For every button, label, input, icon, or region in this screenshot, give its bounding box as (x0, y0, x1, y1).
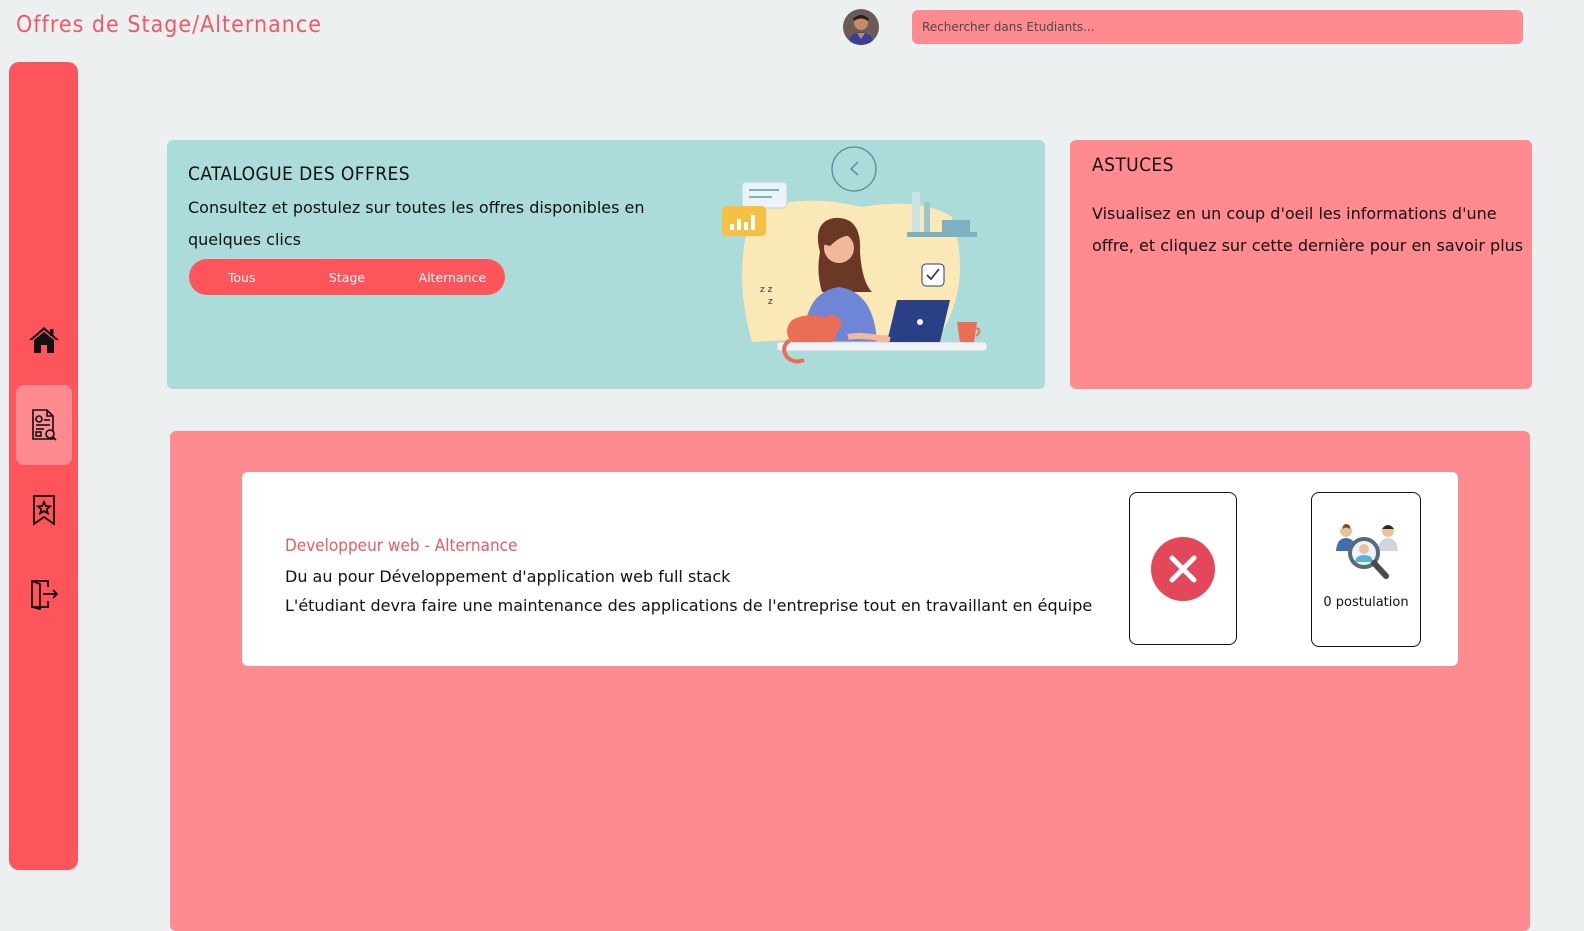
document-icon (32, 409, 57, 441)
offer-card[interactable]: Developpeur web - Alternance Du au pour … (242, 472, 1458, 666)
astuces-text: Visualisez en un coup d'oeil les informa… (1092, 204, 1524, 255)
offer-description: L'étudiant devra faire une maintenance d… (285, 596, 1093, 615)
astuces-title: ASTUCES (1092, 154, 1174, 176)
sidebar-item-favorites[interactable] (16, 482, 72, 538)
catalogue-card: CATALOGUE DES OFFRES Consultez et postul… (167, 140, 1045, 389)
svg-text:z z: z z (760, 285, 773, 295)
filter-stage-button[interactable]: Stage (294, 270, 399, 285)
sidebar-item-home[interactable] (16, 312, 72, 368)
close-icon (1151, 536, 1215, 601)
sidebar-item-offers[interactable] (16, 385, 72, 465)
search-input[interactable] (912, 10, 1523, 44)
sidebar-item-logout[interactable] (16, 566, 72, 622)
offer-title[interactable]: Developpeur web - Alternance (285, 536, 517, 556)
offer-type-filter: Tous Stage Alternance (189, 259, 505, 295)
astuces-card: ASTUCES Visualisez en un coup d'oeil les… (1070, 140, 1532, 389)
home-icon (29, 327, 59, 353)
logout-icon (31, 580, 59, 610)
postulation-count-box[interactable]: 0 postulation (1311, 492, 1421, 647)
offers-panel: Developpeur web - Alternance Du au pour … (170, 431, 1530, 931)
sidebar (9, 62, 78, 870)
postulation-count: 0 postulation (1323, 595, 1409, 610)
delete-offer-button[interactable] (1129, 492, 1237, 645)
filter-tous-button[interactable]: Tous (189, 270, 294, 285)
catalogue-description: Consultez et postulez sur toutes les off… (188, 198, 645, 249)
app-title: Offres de Stage/Alternance (16, 12, 323, 38)
svg-text:z: z (768, 297, 773, 307)
filter-alternance-button[interactable]: Alternance (400, 270, 505, 285)
catalogue-title: CATALOGUE DES OFFRES (188, 163, 410, 185)
user-avatar[interactable] (843, 9, 879, 45)
remote-work-illustration: z z z (722, 146, 988, 364)
bookmark-star-icon (33, 495, 55, 526)
offer-summary: Du au pour Développement d'application w… (285, 567, 731, 586)
candidates-search-icon (1336, 524, 1398, 579)
